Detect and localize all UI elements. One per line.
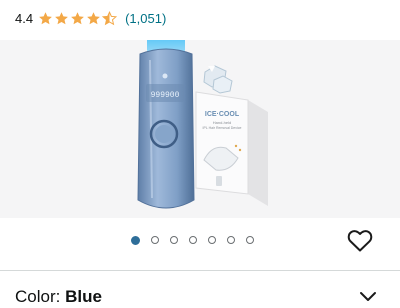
carousel-dot[interactable] — [227, 236, 235, 244]
image-carousel-dots[interactable] — [131, 235, 254, 245]
carousel-dot[interactable] — [246, 236, 254, 244]
wishlist-heart-button[interactable] — [347, 229, 373, 253]
star-icon — [55, 11, 68, 24]
product-image[interactable]: 999900 ICE·COOL Hand-held IPL Hair Remov… — [0, 40, 400, 218]
device-display: 999900 — [151, 91, 180, 100]
carousel-dot[interactable] — [208, 236, 216, 244]
star-icon — [39, 11, 52, 24]
half-star-icon — [102, 10, 118, 25]
carousel-dot[interactable] — [170, 236, 178, 244]
product-photo: 999900 ICE·COOL Hand-held IPL Hair Remov… — [137, 40, 268, 209]
chevron-down-icon — [360, 292, 376, 301]
star-rating — [38, 10, 118, 26]
section-divider — [0, 270, 400, 271]
heart-icon — [347, 230, 373, 252]
box-title: ICE·COOL — [205, 111, 240, 118]
expand-color-button[interactable] — [359, 290, 377, 302]
review-count-link[interactable]: (1,051) — [125, 11, 166, 26]
box-subtitle: Hand-held — [213, 120, 231, 125]
color-value: Blue — [65, 287, 102, 306]
box-line: IPL Hair Removal Device — [203, 126, 242, 130]
rating-row[interactable]: 4.4 (1,051) — [15, 8, 166, 28]
carousel-dot[interactable] — [131, 235, 140, 245]
rating-value: 4.4 — [15, 10, 34, 26]
carousel-dot[interactable] — [189, 236, 197, 244]
color-label: Color: — [15, 287, 61, 306]
star-icon — [71, 11, 84, 24]
color-variation-row[interactable]: Color: Blue — [15, 287, 102, 307]
star-icon — [87, 11, 100, 24]
carousel-dot[interactable] — [151, 236, 159, 244]
